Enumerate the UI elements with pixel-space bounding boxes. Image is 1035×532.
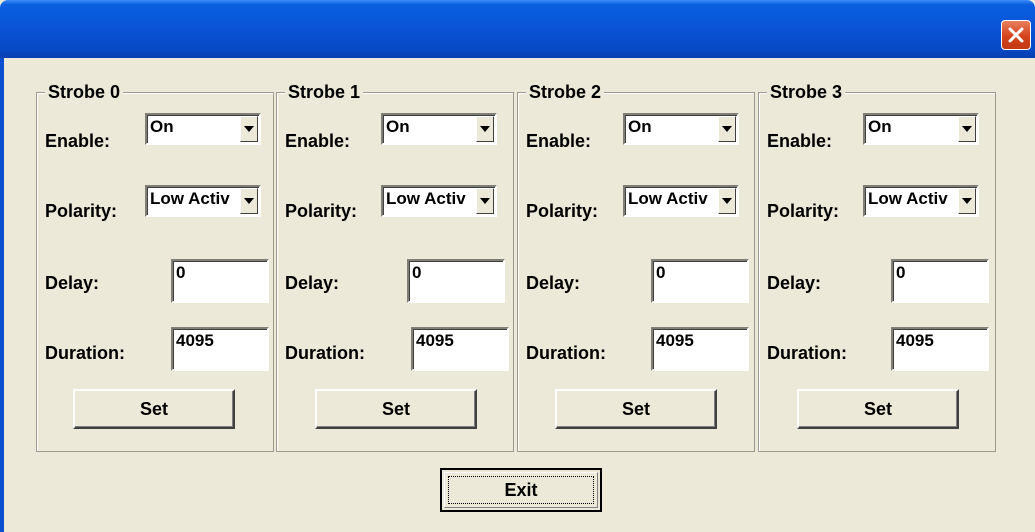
- set-button[interactable]: Set: [797, 389, 959, 429]
- enable-label: Enable:: [285, 131, 351, 151]
- polarity-select[interactable]: Low Activ: [623, 185, 739, 217]
- chevron-down-icon[interactable]: [476, 116, 494, 142]
- delay-label: Delay:: [285, 273, 340, 293]
- polarity-label: Polarity:: [45, 201, 118, 221]
- title-bar[interactable]: [0, 0, 1035, 58]
- chevron-down-icon[interactable]: [958, 116, 976, 142]
- set-button[interactable]: Set: [73, 389, 235, 429]
- polarity-select[interactable]: Low Activ: [863, 185, 979, 217]
- duration-value: 4095: [176, 331, 214, 350]
- chevron-down-icon[interactable]: [240, 188, 258, 214]
- group-title: Strobe 0: [45, 81, 124, 103]
- delay-input[interactable]: 0: [651, 259, 749, 303]
- enable-select[interactable]: On: [623, 113, 739, 145]
- enable-value: On: [628, 117, 652, 136]
- exit-button-label: Exit: [504, 479, 538, 500]
- duration-label: Duration:: [45, 343, 125, 363]
- duration-input[interactable]: 4095: [411, 327, 509, 371]
- group-title: Strobe 2: [526, 81, 605, 103]
- duration-value: 4095: [896, 331, 934, 350]
- delay-input[interactable]: 0: [891, 259, 989, 303]
- polarity-value: Low Activ: [628, 189, 708, 208]
- enable-select[interactable]: On: [381, 113, 497, 145]
- exit-button[interactable]: Exit: [440, 468, 602, 512]
- strobe-2-group: Strobe 2 Enable: On Polarity: Low Activ …: [517, 81, 755, 452]
- enable-value: On: [386, 117, 410, 136]
- duration-input[interactable]: 4095: [171, 327, 269, 371]
- strobe-0-group: Strobe 0 Enable: On Polarity: Low Activ …: [36, 81, 274, 452]
- enable-select[interactable]: On: [145, 113, 261, 145]
- polarity-label: Polarity:: [526, 201, 599, 221]
- enable-label: Enable:: [526, 131, 592, 151]
- window-frame-left: [0, 58, 4, 532]
- duration-input[interactable]: 4095: [651, 327, 749, 371]
- delay-label: Delay:: [45, 273, 100, 293]
- enable-value: On: [150, 117, 174, 136]
- chevron-down-icon[interactable]: [476, 188, 494, 214]
- set-button[interactable]: Set: [555, 389, 717, 429]
- set-button[interactable]: Set: [315, 389, 477, 429]
- delay-value: 0: [656, 263, 666, 282]
- enable-select[interactable]: On: [863, 113, 979, 145]
- duration-input[interactable]: 4095: [891, 327, 989, 371]
- chevron-down-icon[interactable]: [240, 116, 258, 142]
- polarity-value: Low Activ: [386, 189, 466, 208]
- delay-label: Delay:: [526, 273, 581, 293]
- close-icon: [1008, 27, 1024, 43]
- polarity-select[interactable]: Low Activ: [381, 185, 497, 217]
- chevron-down-icon[interactable]: [718, 188, 736, 214]
- strobe-3-group: Strobe 3 Enable: On Polarity: Low Activ …: [758, 81, 996, 452]
- delay-value: 0: [412, 263, 422, 282]
- polarity-select[interactable]: Low Activ: [145, 185, 261, 217]
- group-title: Strobe 1: [285, 81, 364, 103]
- delay-input[interactable]: 0: [407, 259, 505, 303]
- polarity-value: Low Activ: [868, 189, 948, 208]
- polarity-value: Low Activ: [150, 189, 230, 208]
- duration-label: Duration:: [526, 343, 606, 363]
- duration-value: 4095: [416, 331, 454, 350]
- strobe-1-group: Strobe 1 Enable: On Polarity: Low Activ …: [276, 81, 514, 452]
- enable-label: Enable:: [767, 131, 833, 151]
- close-button[interactable]: [1001, 20, 1031, 50]
- enable-value: On: [868, 117, 892, 136]
- delay-label: Delay:: [767, 273, 822, 293]
- delay-input[interactable]: 0: [171, 259, 269, 303]
- chevron-down-icon[interactable]: [718, 116, 736, 142]
- group-title: Strobe 3: [767, 81, 846, 103]
- polarity-label: Polarity:: [285, 201, 358, 221]
- delay-value: 0: [176, 263, 186, 282]
- duration-label: Duration:: [767, 343, 847, 363]
- chevron-down-icon[interactable]: [958, 188, 976, 214]
- duration-label: Duration:: [285, 343, 365, 363]
- polarity-label: Polarity:: [767, 201, 840, 221]
- duration-value: 4095: [656, 331, 694, 350]
- delay-value: 0: [896, 263, 906, 282]
- enable-label: Enable:: [45, 131, 111, 151]
- strobe-settings-dialog: Strobe 0 Enable: On Polarity: Low Activ …: [0, 0, 1035, 532]
